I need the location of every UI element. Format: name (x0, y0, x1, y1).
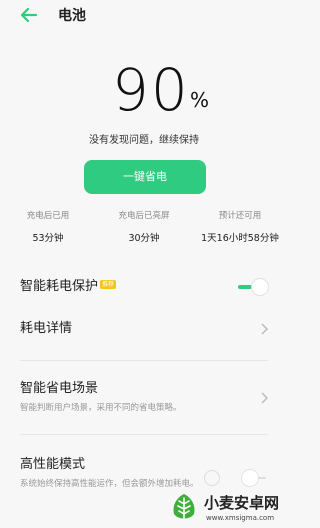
high-performance-toggle[interactable] (238, 468, 268, 488)
power-details-title: 耗电详情 (20, 321, 73, 336)
smart-scenes-subtitle: 智能判断用户场景，采用不同的省电策略。 (20, 403, 182, 413)
watermark-logo-icon (173, 494, 195, 519)
power-details-row[interactable]: 耗电详情 (0, 314, 288, 348)
stat-label: 充电后已亮屏 (118, 211, 170, 221)
divider (20, 434, 268, 435)
stat-label: 充电后已用 (26, 211, 70, 221)
stat-label: 预计还可用 (218, 211, 262, 221)
battery-status-text: 没有发现问题，继续保持 (89, 135, 199, 146)
divider (20, 360, 268, 361)
battery-percent-value: 90 (112, 56, 190, 124)
stat-used-since-charge: 充电后已用 53分钟 (0, 210, 96, 246)
page-title: 电池 (58, 8, 86, 24)
stat-screen-on-since-charge: 充电后已亮屏 30分钟 (96, 210, 192, 246)
stat-value: 1天16小时58分钟 (201, 233, 279, 244)
battery-percent: 90 % (0, 58, 288, 122)
app-header: 电池 (0, 0, 288, 32)
high-performance-title: 高性能模式 (20, 457, 86, 472)
watermark-name: 小麦安卓网 (204, 494, 280, 512)
stat-value: 30分钟 (128, 233, 160, 244)
smart-scenes-title: 智能省电场景 (20, 381, 99, 396)
battery-stats: 充电后已用 53分钟 充电后已亮屏 30分钟 预计还可用 1天16小时58分钟 (0, 210, 288, 250)
watermark: 小麦安卓网 www.xmsigma.com (168, 488, 288, 528)
chevron-right-icon (261, 392, 268, 404)
chevron-right-icon (261, 323, 268, 335)
stat-estimated-remaining: 预计还可用 1天16小时58分钟 (192, 210, 288, 246)
smart-scenes-row[interactable]: 智能省电场景 智能判断用户场景，采用不同的省电策略。 (0, 376, 288, 420)
smart-protection-title: 智能耗电保护 推荐 (20, 278, 117, 296)
smart-protection-label: 智能耗电保护 (20, 279, 99, 294)
watermark-url: www.xmsigma.com (206, 514, 275, 522)
recommended-badge: 推荐 (100, 280, 117, 289)
info-circle-icon (204, 470, 220, 486)
one-key-save-button[interactable]: 一键省电 (84, 160, 206, 194)
stat-value: 53分钟 (32, 233, 64, 244)
arrow-left-icon[interactable] (20, 7, 38, 23)
smart-protection-toggle[interactable] (236, 277, 270, 297)
battery-percent-sign: % (190, 88, 210, 112)
